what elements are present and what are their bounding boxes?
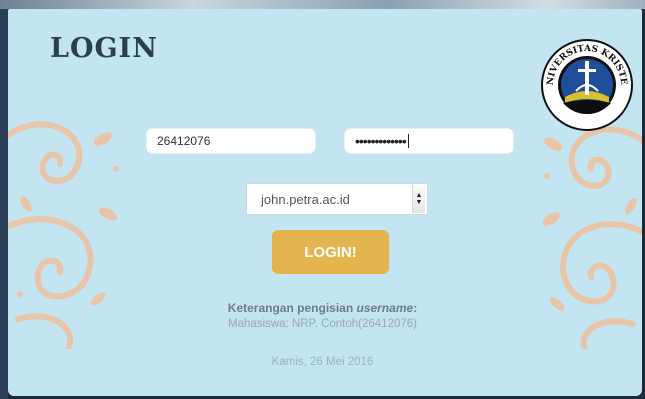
username-info-text: Mahasiswa: NRP. Contoh(26412076)	[227, 318, 417, 330]
login-button[interactable]: LOGIN!	[272, 230, 389, 274]
background-left	[0, 0, 8, 399]
username-info-title: Keterangan pengisian username:	[227, 301, 418, 315]
background-top	[0, 0, 645, 9]
password-input[interactable]: •••••••••••••	[344, 128, 514, 154]
username-input[interactable]: 26412076	[146, 128, 316, 154]
username-value: 26412076	[157, 134, 211, 148]
email-domain-value: john.petra.ac.id	[261, 191, 350, 207]
password-value: •••••••••••••	[355, 133, 407, 149]
page-title: LOGIN	[50, 33, 158, 64]
ukp-logo-icon: UNIVERSITAS KRISTEN PETRA	[541, 39, 633, 131]
login-panel: LOGIN UNIVERSITAS KRISTEN PETRA 26412076…	[8, 9, 642, 396]
current-date: Kamis, 26 Mei 2016	[271, 356, 374, 368]
email-domain-select[interactable]: john.petra.ac.id ▲ ▼	[246, 183, 428, 215]
text-cursor	[407, 134, 409, 148]
select-arrow-icon[interactable]: ▲ ▼	[412, 185, 425, 213]
